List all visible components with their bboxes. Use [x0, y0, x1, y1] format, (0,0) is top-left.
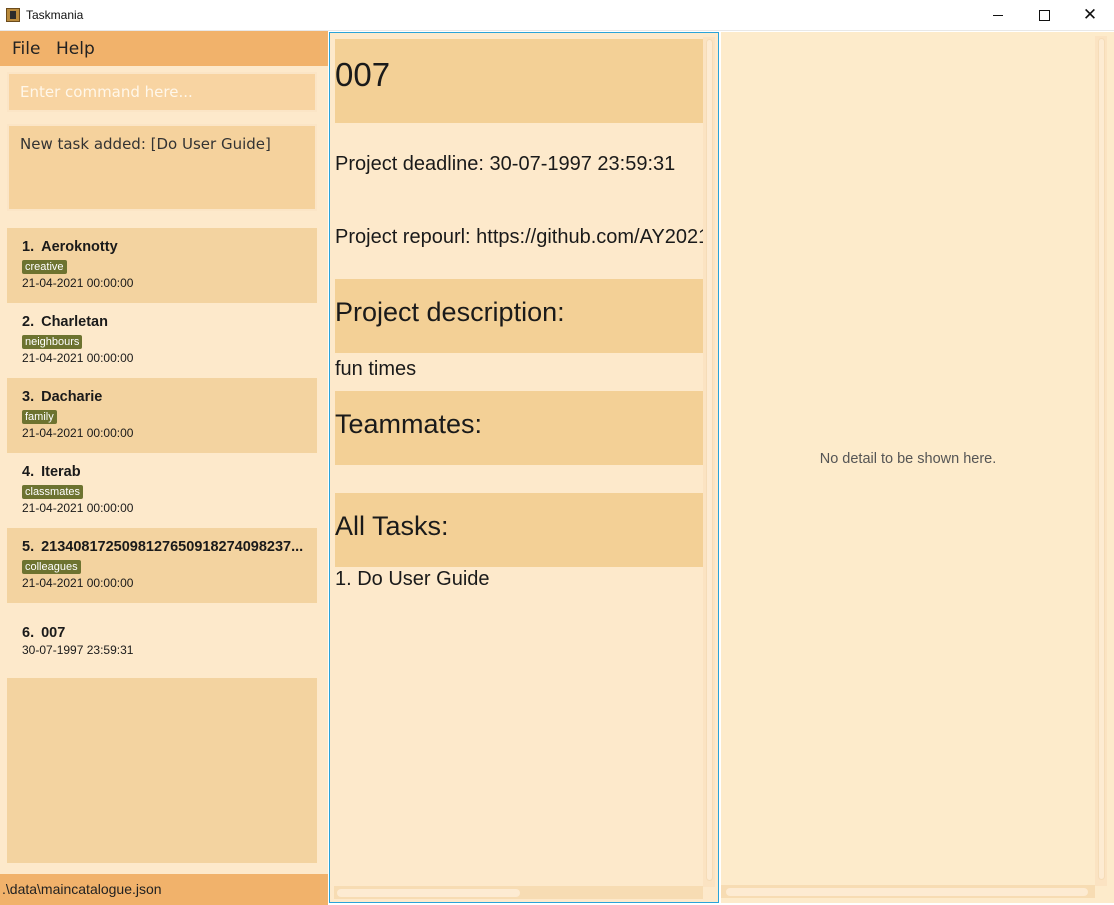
project-card-date: 21-04-2021 00:00:00 [22, 351, 134, 365]
project-card-index: 2. [22, 314, 35, 330]
detail-vertical-scrollbar[interactable] [703, 37, 715, 887]
minimize-button[interactable] [975, 0, 1021, 31]
maximize-button[interactable] [1021, 0, 1067, 31]
project-card[interactable]: 6. 007 30-07-1997 23:59:31 [7, 603, 317, 678]
detail-vertical-scroll-thumb[interactable] [706, 39, 713, 881]
close-button[interactable]: ✕ [1067, 0, 1113, 31]
project-card[interactable]: 5. 2134081725098127650918274098237... coll… [7, 528, 317, 603]
project-card-title: Iterab [41, 464, 81, 480]
project-card[interactable]: 1. Aeroknotty creative 21-04-2021 00:00:00 [7, 228, 317, 303]
project-card[interactable]: 2. Charletan neighbours 21-04-2021 00:00:00 [7, 303, 317, 378]
project-card-date: 30-07-1997 23:59:31 [22, 643, 134, 657]
project-card-title: 007 [41, 625, 66, 641]
right-horizontal-scroll-thumb[interactable] [726, 888, 1088, 896]
project-card-name: 4. Iterab [22, 464, 307, 480]
task-detail-panel: No detail to be shown here. [721, 32, 1114, 903]
status-bar-path: .\data\maincatalogue.json [0, 874, 328, 905]
teammates-header: Teammates: [335, 391, 703, 465]
task-item[interactable]: 1. Do User Guide [335, 567, 703, 597]
project-tag: family [22, 410, 57, 424]
app-icon [6, 8, 20, 22]
right-horizontal-scrollbar[interactable] [721, 885, 1095, 898]
project-card-name: 1. Aeroknotty [22, 239, 307, 255]
project-card-date: 21-04-2021 00:00:00 [22, 501, 134, 515]
project-card-index: 6. [22, 625, 35, 641]
teammates-list [335, 465, 703, 493]
project-card-title: Charletan [41, 314, 108, 330]
project-list[interactable]: 1. Aeroknotty creative 21-04-2021 00:00:00 2… [7, 228, 317, 863]
project-card-index: 4. [22, 464, 35, 480]
empty-detail-message: No detail to be shown here. [819, 451, 997, 467]
project-card-title: Dacharie [41, 389, 103, 405]
left-column: File Help Enter command here... New task… [0, 31, 328, 905]
menu-help[interactable]: Help [56, 39, 95, 59]
menu-file[interactable]: File [12, 39, 40, 59]
project-card-name: 6. 007 [22, 625, 307, 641]
project-description: fun times [335, 358, 417, 380]
project-tag: colleagues [22, 560, 81, 574]
minimize-icon [993, 15, 1003, 16]
title-bar: Taskmania ✕ [0, 0, 1114, 31]
tasks-header: All Tasks: [335, 493, 703, 567]
project-detail-panel[interactable]: 007 Project deadline: 30-07-1997 23:59:3… [329, 32, 719, 903]
right-vertical-scrollbar[interactable] [1095, 36, 1107, 886]
project-card-date: 21-04-2021 00:00:00 [22, 426, 134, 440]
project-detail-content: 007 Project deadline: 30-07-1997 23:59:3… [335, 39, 703, 885]
result-display: New task added: [Do User Guide] [7, 124, 317, 211]
project-card-name: 5. 2134081725098127650918274098237... [22, 539, 307, 555]
maximize-icon [1038, 10, 1050, 21]
detail-horizontal-scrollbar[interactable] [334, 886, 703, 899]
close-icon: ✕ [1082, 5, 1098, 25]
window-title: Taskmania [26, 8, 84, 22]
project-title: 007 [335, 39, 703, 123]
project-card[interactable]: 4. Iterab classmates 21-04-2021 00:00:00 [7, 453, 317, 528]
detail-horizontal-scroll-thumb[interactable] [337, 889, 520, 897]
project-card-date: 21-04-2021 00:00:00 [22, 276, 134, 290]
project-card-name: 2. Charletan [22, 314, 307, 330]
right-vertical-scroll-thumb[interactable] [1098, 38, 1105, 880]
project-tag: creative [22, 260, 67, 274]
project-card-title: Aeroknotty [41, 239, 118, 255]
project-card-index: 1. [22, 239, 35, 255]
project-card-name: 3. Dacharie [22, 389, 307, 405]
description-header: Project description: [335, 279, 703, 353]
project-card-title: 2134081725098127650918274098237... [41, 539, 304, 555]
project-repourl: Project repourl: https://github.com/AY20… [335, 226, 703, 248]
project-tag: classmates [22, 485, 84, 499]
project-tag: neighbours [22, 335, 83, 349]
command-input[interactable]: Enter command here... [7, 72, 317, 112]
project-card-index: 5. [22, 539, 35, 555]
project-deadline: Project deadline: 30-07-1997 23:59:31 [335, 153, 676, 175]
project-card-index: 3. [22, 389, 35, 405]
project-card[interactable]: 3. Dacharie family 21-04-2021 00:00:00 [7, 378, 317, 453]
menu-bar: File Help [0, 31, 328, 66]
project-card-date: 21-04-2021 00:00:00 [22, 576, 134, 590]
